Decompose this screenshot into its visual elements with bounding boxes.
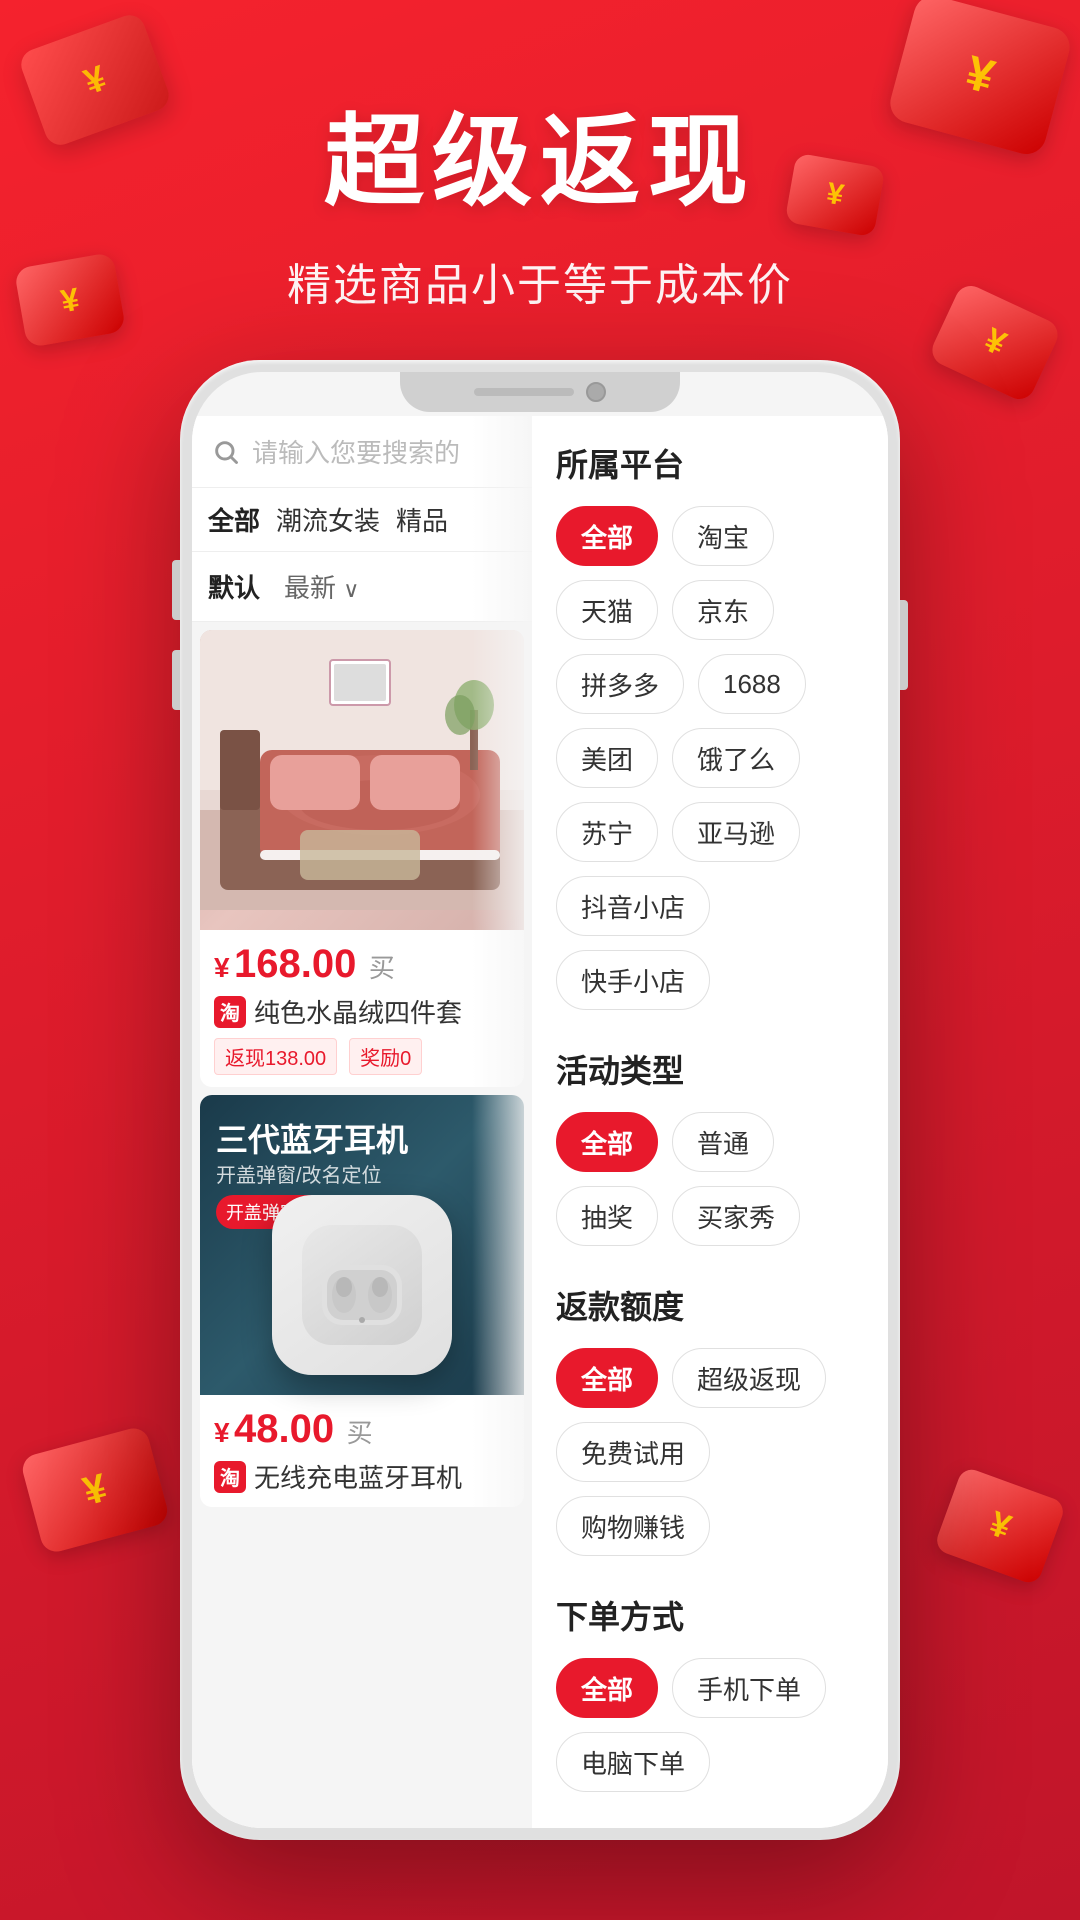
category-tabs: 全部 潮流女装 精品 [192,488,532,552]
cashback-filter-section: 返款额度 全部 超级返现 免费试用 购物赚钱 [556,1282,864,1556]
platform-tag-2: 淘 [214,1461,246,1493]
category-tab-premium[interactable]: 精品 [396,501,448,538]
platform-tag-suning[interactable]: 苏宁 [556,802,658,862]
activity-filter-tags: 全部 普通 抽奖 买家秀 [556,1112,864,1246]
product-card-2[interactable]: 三代蓝牙耳机 开盖弹窗/改名定位 开盖弹窗/改名定位 [200,1095,524,1507]
product-name-row-1: 淘 纯色水晶绒四件套 [214,993,510,1030]
earbuds-sub: 开盖弹窗/改名定位 [216,1159,382,1188]
product-info-1: ¥ 168.00 买 淘 纯色水晶绒四件套 返现 [200,930,524,1087]
reward-tag-1: 奖励0 [349,1038,422,1075]
sort-default[interactable]: 默认 [208,568,260,605]
platform-tag-1: 淘 [214,996,246,1028]
hero-subtitle: 精选商品小于等于成本价 [0,249,1080,313]
activity-tag-lottery[interactable]: 抽奖 [556,1186,658,1246]
platform-tag-all[interactable]: 全部 [556,506,658,566]
platform-filter-title: 所属平台 [556,440,864,486]
earbuds-title: 三代蓝牙耳机 [216,1115,408,1161]
platform-tag-pdd[interactable]: 拼多多 [556,654,684,714]
front-camera [586,382,606,402]
price-value-2: 48.00 [234,1407,334,1451]
search-bar[interactable]: 请输入您要搜索的 [192,416,532,488]
product-name-2: 无线充电蓝牙耳机 [254,1458,462,1495]
product-image-1 [200,630,524,930]
order-filter-title: 下单方式 [556,1592,864,1638]
order-tag-mobile[interactable]: 手机下单 [672,1658,826,1718]
platform-tag-1688[interactable]: 1688 [698,654,806,714]
order-filter-section: 下单方式 全部 手机下单 电脑下单 [556,1592,864,1792]
speaker-bar [474,388,574,396]
power-button[interactable] [900,600,908,690]
sort-bar: 默认 最新 ∨ [192,552,532,622]
cashback-tag-1: 返现138.00 [214,1038,337,1075]
screen: 请输入您要搜索的 全部 潮流女装 精品 默认 最新 ∨ [192,416,888,1828]
search-placeholder-text: 请输入您要搜索的 [252,433,460,470]
filter-panel: 所属平台 全部 淘宝 天猫 京东 拼多多 1688 美团 饿了么 苏宁 亚马逊 [532,416,888,1828]
platform-tag-taobao[interactable]: 淘宝 [672,506,774,566]
volume-down-button[interactable] [172,650,180,710]
category-tab-fashion[interactable]: 潮流女装 [276,501,380,538]
buy-label-2[interactable]: 买 [347,1418,373,1448]
activity-tag-buyer-show[interactable]: 买家秀 [672,1186,800,1246]
product-list-panel: 请输入您要搜索的 全部 潮流女装 精品 默认 最新 ∨ [192,416,532,1828]
product-name-1: 纯色水晶绒四件套 [254,993,462,1030]
product-card-1[interactable]: ¥ 168.00 买 淘 纯色水晶绒四件套 返现 [200,630,524,1087]
platform-tag-meituan[interactable]: 美团 [556,728,658,788]
deco-envelope-5: ¥ [14,252,126,348]
order-tag-pc[interactable]: 电脑下单 [556,1732,710,1792]
cashback-row-1: 返现138.00 奖励0 [214,1038,510,1075]
platform-tag-kuaishou[interactable]: 快手小店 [556,950,710,1010]
product-name-row-2: 淘 无线充电蓝牙耳机 [214,1458,510,1495]
price-value-1: 168.00 [234,942,356,986]
cashback-tag-all[interactable]: 全部 [556,1348,658,1408]
cashback-tag-super[interactable]: 超级返现 [672,1348,826,1408]
cashback-tag-earn[interactable]: 购物赚钱 [556,1496,710,1556]
buy-label-1[interactable]: 买 [369,953,395,983]
sort-newest[interactable]: 最新 ∨ [284,568,359,605]
order-filter-tags: 全部 手机下单 电脑下单 [556,1658,864,1792]
cashback-filter-title: 返款额度 [556,1282,864,1328]
activity-filter-section: 活动类型 全部 普通 抽奖 买家秀 [556,1046,864,1246]
volume-up-button[interactable] [172,560,180,620]
order-tag-all[interactable]: 全部 [556,1658,658,1718]
category-tab-all[interactable]: 全部 [208,501,260,538]
platform-tag-amazon[interactable]: 亚马逊 [672,802,800,862]
sort-arrow-icon: ∨ [343,577,359,602]
platform-tag-elem[interactable]: 饿了么 [672,728,800,788]
airpods-case-image [272,1195,452,1375]
search-icon [208,434,244,470]
activity-tag-normal[interactable]: 普通 [672,1112,774,1172]
platform-filter-section: 所属平台 全部 淘宝 天猫 京东 拼多多 1688 美团 饿了么 苏宁 亚马逊 [556,440,864,1010]
activity-filter-title: 活动类型 [556,1046,864,1092]
platform-tag-tmall[interactable]: 天猫 [556,580,658,640]
cashback-filter-tags: 全部 超级返现 免费试用 购物赚钱 [556,1348,864,1556]
product-price-2: ¥ 48.00 买 [214,1407,510,1452]
product-image-2: 三代蓝牙耳机 开盖弹窗/改名定位 开盖弹窗/改名定位 [200,1095,524,1395]
activity-tag-all[interactable]: 全部 [556,1112,658,1172]
product-price-1: ¥ 168.00 买 [214,942,510,987]
platform-tag-douyin[interactable]: 抖音小店 [556,876,710,936]
product-info-2: ¥ 48.00 买 淘 无线充电蓝牙耳机 [200,1395,524,1507]
phone-notch [400,372,680,412]
cashback-tag-free-trial[interactable]: 免费试用 [556,1422,710,1482]
platform-filter-tags: 全部 淘宝 天猫 京东 拼多多 1688 美团 饿了么 苏宁 亚马逊 抖音小店 … [556,506,864,1010]
platform-tag-jd[interactable]: 京东 [672,580,774,640]
phone-mockup: 请输入您要搜索的 全部 潮流女装 精品 默认 最新 ∨ [180,360,900,1840]
